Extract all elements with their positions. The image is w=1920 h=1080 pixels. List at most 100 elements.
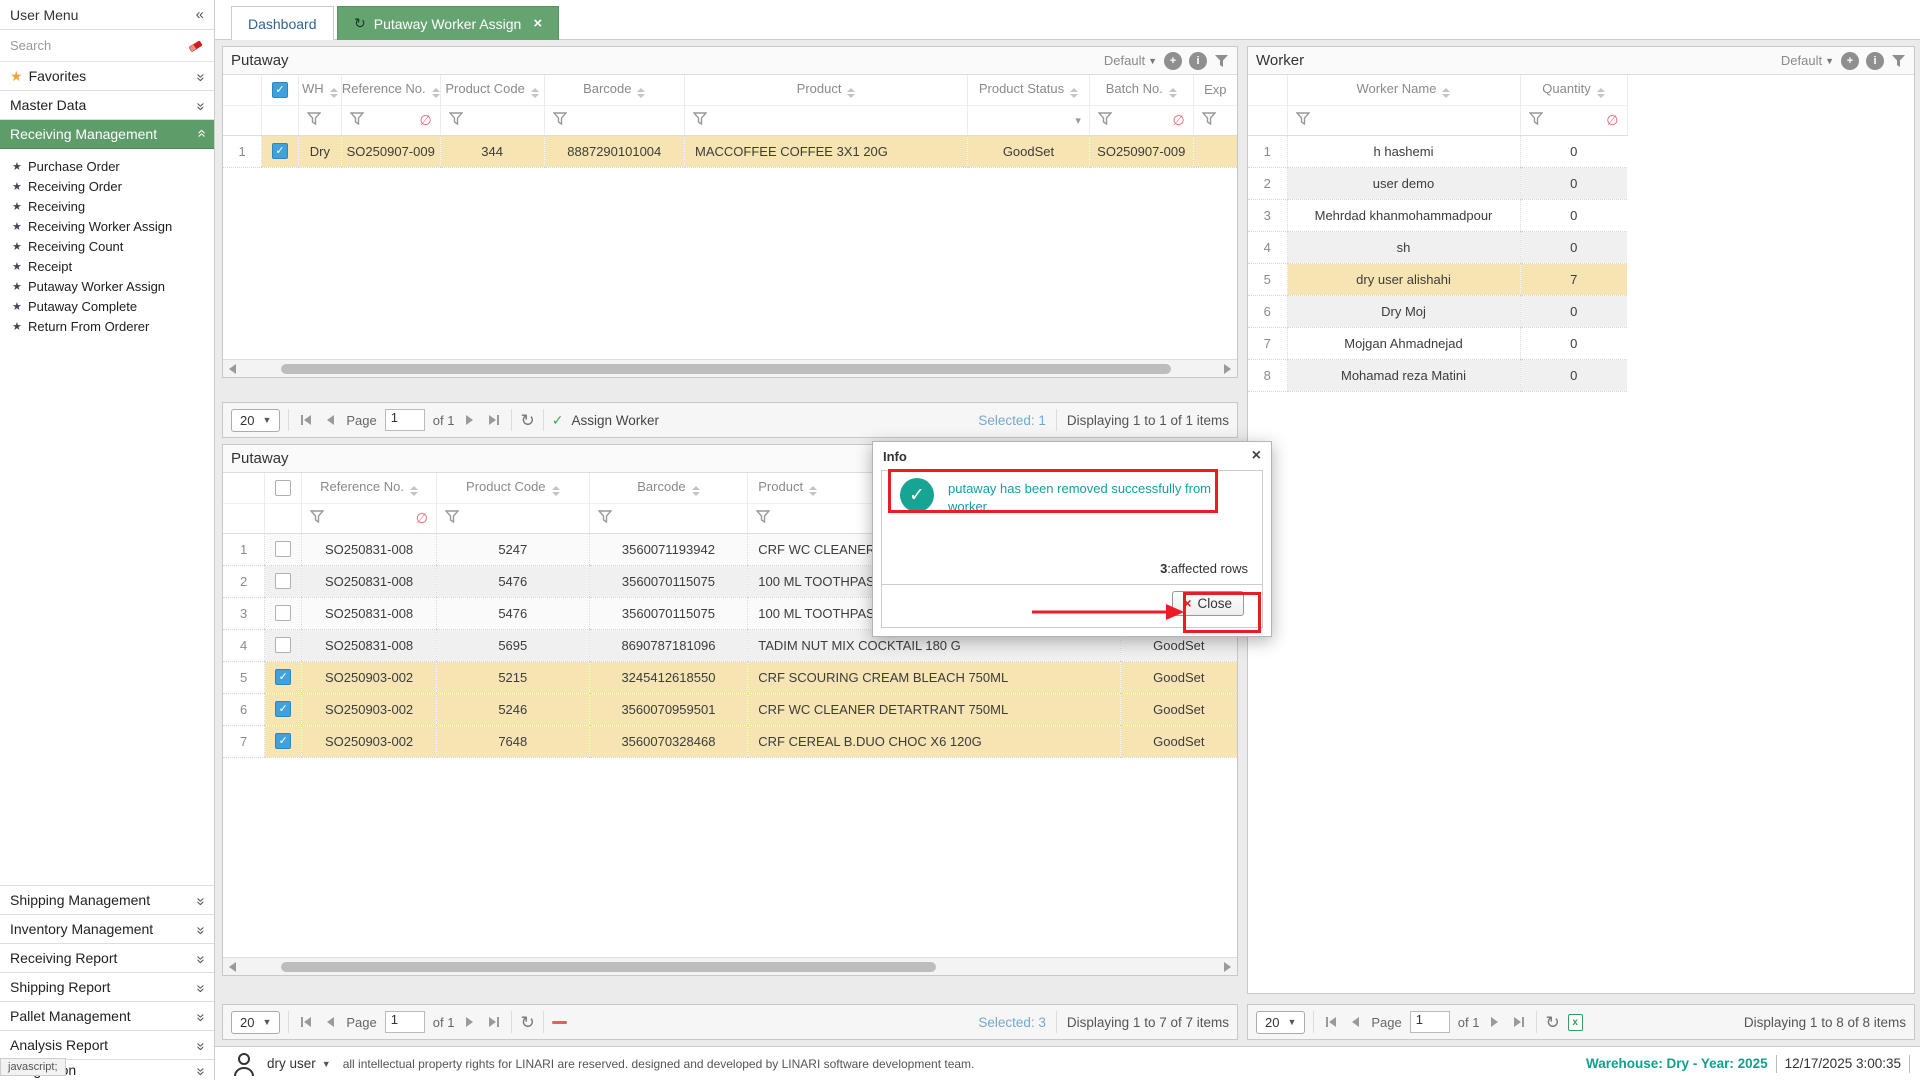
clear-filter-icon[interactable]: ∅	[1606, 112, 1618, 129]
column-header-product[interactable]: Product	[685, 75, 968, 105]
refresh-grid-button[interactable]: ↻	[520, 412, 534, 429]
column-header-barcode[interactable]: Barcode	[589, 473, 748, 503]
tab-putaway-worker-assign[interactable]: ↻ Putaway Worker Assign ×	[337, 6, 559, 40]
page-input[interactable]: 1	[385, 1011, 425, 1033]
remove-worker-button[interactable]	[552, 1021, 567, 1024]
sidebar-item-receiving-order[interactable]: ★Receiving Order	[0, 177, 214, 197]
filter-funnel-icon[interactable]	[1529, 112, 1543, 125]
clear-filter-icon[interactable]: ∅	[416, 510, 428, 527]
select-all-checkbox[interactable]	[275, 480, 291, 496]
row-checkbox[interactable]: ✓	[275, 733, 291, 749]
sidebar-section-pallet-management[interactable]: Pallet Management»	[0, 1002, 214, 1031]
page-input[interactable]: 1	[385, 409, 425, 431]
sidebar-section-inventory-management[interactable]: Inventory Management»	[0, 915, 214, 944]
sidebar-section-receiving-management[interactable]: Receiving Management »	[0, 120, 214, 149]
first-page-button[interactable]	[297, 411, 315, 429]
sidebar-section-shipping-report[interactable]: Shipping Report»	[0, 973, 214, 1002]
sidebar-item-putaway-worker-assign[interactable]: ★Putaway Worker Assign	[0, 277, 214, 297]
info-button[interactable]: i	[1189, 52, 1207, 70]
info-button[interactable]: i	[1866, 52, 1884, 70]
filter-funnel-icon[interactable]	[553, 112, 567, 125]
filter-dropdown-icon[interactable]: ▾	[1075, 114, 1081, 127]
assign-worker-button[interactable]: Assign Worker	[571, 413, 659, 428]
row-checkbox[interactable]	[275, 541, 291, 557]
prev-page-button[interactable]	[1348, 1013, 1363, 1031]
table-row[interactable]: 1✓DrySO250907-0093448887290101004MACCOFF…	[223, 135, 1237, 167]
next-page-button[interactable]	[462, 1013, 477, 1031]
table-row[interactable]: 7✓SO250903-00276483560070328468CRF CEREA…	[223, 725, 1237, 757]
scroll-left-arrow[interactable]	[229, 962, 236, 972]
export-excel-icon[interactable]: x	[1568, 1014, 1583, 1031]
add-view-button[interactable]: +	[1841, 52, 1859, 70]
sidebar-section-analysis-report[interactable]: Analysis Report»	[0, 1031, 214, 1060]
sidebar-item-putaway-complete[interactable]: ★Putaway Complete	[0, 297, 214, 317]
filter-funnel-icon[interactable]	[307, 112, 321, 125]
column-header-barcode[interactable]: Barcode	[544, 75, 684, 105]
sidebar-item-receiving-count[interactable]: ★Receiving Count	[0, 237, 214, 257]
column-header-quantity[interactable]: Quantity	[1520, 75, 1627, 105]
filter-funnel-icon[interactable]	[1296, 112, 1310, 125]
close-button[interactable]: × Close	[1172, 591, 1244, 616]
filter-funnel-icon[interactable]	[310, 510, 324, 523]
sidebar-collapse-icon[interactable]: «	[196, 6, 204, 23]
clear-filter-icon[interactable]: ∅	[419, 112, 431, 129]
last-page-button[interactable]	[485, 411, 503, 429]
row-checkbox[interactable]	[275, 573, 291, 589]
column-header-reference-no[interactable]: Reference No.	[341, 75, 440, 105]
modal-close-icon[interactable]: ×	[1252, 447, 1261, 465]
horizontal-scrollbar[interactable]	[223, 359, 1237, 377]
last-page-button[interactable]	[485, 1013, 503, 1031]
filter-funnel-icon[interactable]	[350, 112, 364, 125]
sidebar-item-receiving[interactable]: ★Receiving	[0, 197, 214, 217]
table-row[interactable]: 4sh0	[1248, 231, 1627, 263]
column-header-reference-no[interactable]: Reference No.	[302, 473, 437, 503]
refresh-grid-button[interactable]: ↻	[1545, 1014, 1559, 1031]
row-checkbox[interactable]: ✓	[275, 701, 291, 717]
table-row[interactable]: 2user demo0	[1248, 167, 1627, 199]
filter-icon[interactable]	[1891, 54, 1906, 68]
close-tab-icon[interactable]: ×	[533, 15, 542, 32]
user-menu-dropdown[interactable]: dry user▼	[267, 1056, 331, 1071]
sidebar-section-favorites[interactable]: ★Favorites »	[0, 62, 214, 91]
page-size-select[interactable]: 20▼	[231, 409, 280, 432]
sidebar-item-receiving-worker-assign[interactable]: ★Receiving Worker Assign	[0, 217, 214, 237]
column-header-exp[interactable]: Exp	[1193, 75, 1237, 105]
next-page-button[interactable]	[462, 411, 477, 429]
horizontal-scrollbar[interactable]	[223, 957, 1237, 975]
row-checkbox[interactable]	[275, 637, 291, 653]
column-header-wh[interactable]: WH	[298, 75, 341, 105]
search-input[interactable]	[10, 38, 160, 53]
table-row[interactable]: 7Mojgan Ahmadnejad0	[1248, 327, 1627, 359]
clear-search-icon[interactable]	[188, 39, 204, 52]
filter-icon[interactable]	[1214, 54, 1229, 68]
first-page-button[interactable]	[1322, 1013, 1340, 1031]
refresh-tab-icon[interactable]: ↻	[354, 15, 366, 32]
prev-page-button[interactable]	[323, 411, 338, 429]
scrollbar-thumb[interactable]	[281, 962, 936, 972]
scrollbar-thumb[interactable]	[281, 364, 1171, 374]
filter-funnel-icon[interactable]	[445, 510, 459, 523]
table-row[interactable]: 5✓SO250903-00252153245412618550CRF SCOUR…	[223, 661, 1237, 693]
page-size-select[interactable]: 20▼	[1256, 1011, 1305, 1034]
sidebar-section-receiving-report[interactable]: Receiving Report»	[0, 944, 214, 973]
view-selector[interactable]: Default▼	[1781, 53, 1834, 68]
column-header-worker-name[interactable]: Worker Name	[1287, 75, 1520, 105]
sidebar-item-return-from-orderer[interactable]: ★Return From Orderer	[0, 317, 214, 337]
sidebar-item-receipt[interactable]: ★Receipt	[0, 257, 214, 277]
table-row[interactable]: 3Mehrdad khanmohammadpour0	[1248, 199, 1627, 231]
page-size-select[interactable]: 20▼	[231, 1011, 280, 1034]
table-row[interactable]: 5dry user alishahi7	[1248, 263, 1627, 295]
filter-funnel-icon[interactable]	[756, 510, 770, 523]
column-header-batch-no[interactable]: Batch No.	[1089, 75, 1193, 105]
row-checkbox[interactable]: ✓	[275, 669, 291, 685]
sidebar-item-purchase-order[interactable]: ★Purchase Order	[0, 157, 214, 177]
page-input[interactable]: 1	[1410, 1011, 1450, 1033]
row-checkbox[interactable]: ✓	[272, 143, 288, 159]
scroll-right-arrow[interactable]	[1224, 364, 1231, 374]
prev-page-button[interactable]	[323, 1013, 338, 1031]
sidebar-section-shipping-management[interactable]: Shipping Management»	[0, 886, 214, 915]
filter-funnel-icon[interactable]	[1098, 112, 1112, 125]
refresh-grid-button[interactable]: ↻	[520, 1014, 534, 1031]
filter-funnel-icon[interactable]	[693, 112, 707, 125]
scroll-right-arrow[interactable]	[1224, 962, 1231, 972]
